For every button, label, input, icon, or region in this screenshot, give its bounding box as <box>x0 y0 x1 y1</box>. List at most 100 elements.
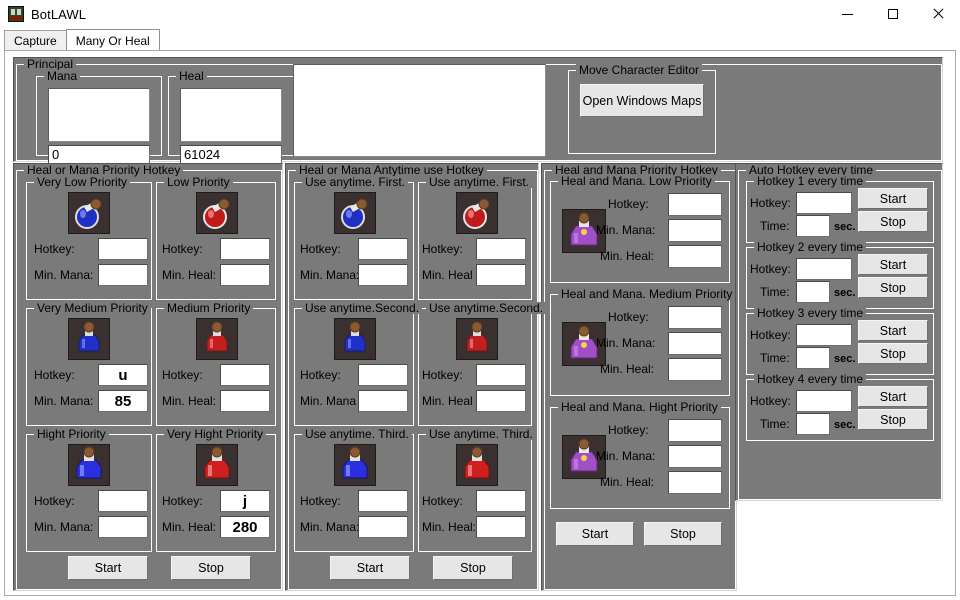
heal-and-mana-low-minheal-field[interactable] <box>668 245 722 268</box>
maximize-button[interactable] <box>870 0 915 28</box>
heal-and-mana-low-minmana-field[interactable] <box>668 219 722 242</box>
hotkey-4-group: Hotkey 4 every time Hotkey: Time: sec. S… <box>746 373 934 441</box>
heal-and-mana-medium-hotkey-field[interactable] <box>668 306 722 329</box>
hight-priority-minmana-field[interactable] <box>98 516 148 538</box>
hotkey-2-start-button[interactable]: Start <box>858 254 928 275</box>
very-medium-priority-hotkey-field[interactable]: u <box>98 364 148 386</box>
heal-and-mana-low-hotkey-label: Hotkey: <box>608 197 649 211</box>
heal-and-mana-low-minmana-label: Min. Mana: <box>596 223 656 237</box>
open-windows-maps-button[interactable]: Open Windows Maps <box>580 84 704 117</box>
tab-many-or-heal[interactable]: Many Or Heal <box>65 29 160 51</box>
mana-value-field[interactable]: 0 <box>48 145 150 164</box>
very-low-priority-hotkey-field[interactable] <box>98 238 148 260</box>
hotkey-1-start-button[interactable]: Start <box>858 188 928 209</box>
hotkey-1-hotkey-field[interactable] <box>796 192 852 214</box>
anytime-first-mana-hotkey-field[interactable] <box>358 238 408 260</box>
hotkey-4-time-field[interactable] <box>796 413 830 435</box>
anytime-stop-button[interactable]: Stop <box>433 556 513 580</box>
red-potion-round-icon <box>196 192 238 234</box>
auto-hotkey-panel: Auto Hotkey every time Hotkey 1 every ti… <box>735 163 943 501</box>
heal-and-mana-hight-hotkey-field[interactable] <box>668 419 722 442</box>
hotkey-3-start-button[interactable]: Start <box>858 320 928 341</box>
low-priority-minheal-field[interactable] <box>220 264 270 286</box>
hight-priority-hotkey-field[interactable] <box>98 490 148 512</box>
hotkey-2-title: Hotkey 2 every time <box>754 241 867 253</box>
heal-or-mana-anytime-panel: Heal or Mana Antytime use Hotkey Use any… <box>285 163 547 591</box>
heal-and-mana-medium-minmana-field[interactable] <box>668 332 722 355</box>
hotkey-2-stop-button[interactable]: Stop <box>858 277 928 298</box>
anytime-start-button[interactable]: Start <box>330 556 410 580</box>
heal-value-field[interactable]: 61024 <box>180 145 282 164</box>
title-bar: BotLAWL <box>0 0 960 28</box>
anytime-second-heal-minheal-field[interactable] <box>476 390 526 412</box>
anytime-third-mana-hotkey-field[interactable] <box>358 490 408 512</box>
very-hight-priority-group: Very Hight Priority Hotkey: j Min. Heal:… <box>156 428 276 552</box>
capture-preview-area[interactable] <box>293 64 546 157</box>
low-priority-hotkey-field[interactable] <box>220 238 270 260</box>
anytime-first-heal-title: Use anytime. First. <box>426 176 533 188</box>
heal-and-mana-hight-minmana-field[interactable] <box>668 445 722 468</box>
hotkey-1-stop-button[interactable]: Stop <box>858 211 928 232</box>
very-medium-priority-group: Very Medium Priority Hotkey: u Min. Mana… <box>26 302 152 426</box>
anytime-first-heal-hotkey-field[interactable] <box>476 238 526 260</box>
heal-and-mana-hight-minheal-field[interactable] <box>668 471 722 494</box>
anytime-first-mana-minmana-field[interactable] <box>358 264 408 286</box>
anytime-second-heal-hotkey-label: Hotkey: <box>422 368 463 382</box>
anytime-second-mana-hotkey-field[interactable] <box>358 364 408 386</box>
hight-priority-hotkey-label: Hotkey: <box>34 494 75 508</box>
anytime-third-mana-hotkey-label: Hotkey: <box>300 494 341 508</box>
move-character-editor-title: Move Character Editor <box>576 64 703 76</box>
hotkey-2-sec-label: sec. <box>834 287 856 299</box>
heal-and-mana-medium-group: Heal and Mana. Medium Priority Hotkey: M… <box>550 288 736 396</box>
heal-and-mana-low-hotkey-field[interactable] <box>668 193 722 216</box>
medium-priority-minheal-field[interactable] <box>220 390 270 412</box>
anytime-third-heal-hotkey-label: Hotkey: <box>422 494 463 508</box>
heal-and-mana-medium-minmana-label: Min. Mana: <box>596 336 656 350</box>
hotkey-3-time-label: Time: <box>760 351 790 365</box>
hotkey-1-time-field[interactable] <box>796 215 830 237</box>
priority-stop-button[interactable]: Stop <box>171 556 251 580</box>
hotkey-4-hotkey-label: Hotkey: <box>750 394 791 408</box>
very-hight-priority-hotkey-field[interactable]: j <box>220 490 270 512</box>
heal-or-mana-priority-panel: Heal or Mana Priority Hotkey Very Low Pr… <box>13 163 283 591</box>
hotkey-4-start-button[interactable]: Start <box>858 386 928 407</box>
anytime-third-heal-group: Use anytime. Third. Hotkey: Min. Heal: <box>418 428 536 552</box>
minimize-button[interactable] <box>825 0 870 28</box>
tab-capture[interactable]: Capture <box>4 30 67 51</box>
heal-and-mana-hight-title: Heal and Mana. Hight Priority <box>558 401 721 413</box>
hotkey-4-stop-button[interactable]: Stop <box>858 409 928 430</box>
anytime-third-heal-title: Use anytime. Third. <box>426 428 536 440</box>
anytime-third-heal-minheal-field[interactable] <box>476 516 526 538</box>
mana-preview-box <box>48 88 150 142</box>
hotkey-3-time-field[interactable] <box>796 347 830 369</box>
heal-or-mana-anytime-group: Heal or Mana Antytime use Hotkey Use any… <box>288 164 547 590</box>
priority-start-button[interactable]: Start <box>68 556 148 580</box>
medium-priority-hotkey-field[interactable] <box>220 364 270 386</box>
hotkey-4-title: Hotkey 4 every time <box>754 373 867 385</box>
very-low-priority-minmana-field[interactable] <box>98 264 148 286</box>
very-medium-priority-minmana-field[interactable]: 85 <box>98 390 148 412</box>
close-button[interactable] <box>915 0 960 28</box>
anytime-second-heal-hotkey-field[interactable] <box>476 364 526 386</box>
hotkey-4-hotkey-field[interactable] <box>796 390 852 412</box>
anytime-first-heal-minheal-field[interactable] <box>476 264 526 286</box>
anytime-second-mana-minmana-field[interactable] <box>358 390 408 412</box>
very-hight-priority-minheal-field[interactable]: 280 <box>220 516 270 538</box>
blue-potion-large-icon <box>68 444 110 486</box>
hotkey-3-group: Hotkey 3 every time Hotkey: Time: sec. S… <box>746 307 934 375</box>
blue-potion-round-icon <box>68 192 110 234</box>
low-priority-minheal-label: Min. Heal: <box>162 268 217 282</box>
heal-and-mana-stop-button[interactable]: Stop <box>644 522 722 546</box>
hotkey-3-stop-button[interactable]: Stop <box>858 343 928 364</box>
window-title: BotLAWL <box>31 6 87 22</box>
hotkey-2-hotkey-field[interactable] <box>796 258 852 280</box>
hotkey-1-group: Hotkey 1 every time Hotkey: Time: sec. S… <box>746 175 934 243</box>
anytime-first-heal-group: Use anytime. First. Hotkey: Min. Heal <box>418 176 533 300</box>
anytime-third-mana-minmana-field[interactable] <box>358 516 408 538</box>
hotkey-3-hotkey-field[interactable] <box>796 324 852 346</box>
hotkey-2-time-field[interactable] <box>796 281 830 303</box>
window-controls <box>825 0 960 28</box>
anytime-third-heal-hotkey-field[interactable] <box>476 490 526 512</box>
heal-and-mana-start-button[interactable]: Start <box>556 522 634 546</box>
heal-and-mana-medium-minheal-field[interactable] <box>668 358 722 381</box>
